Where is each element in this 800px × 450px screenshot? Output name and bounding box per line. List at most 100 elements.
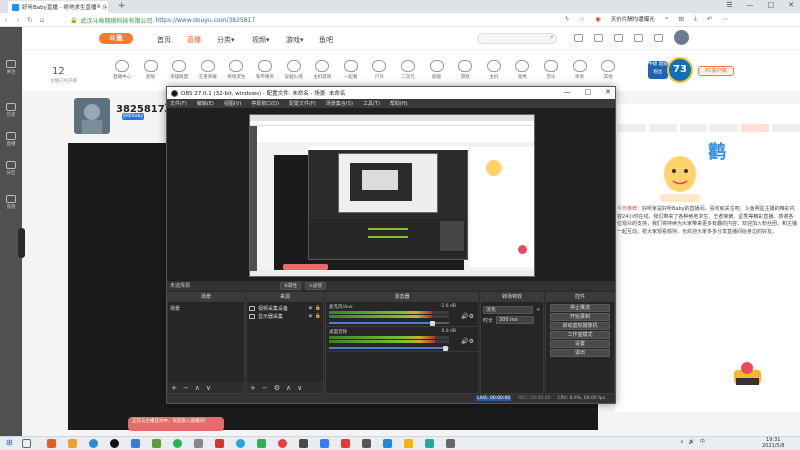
menu-help[interactable]: 帮助(H) <box>390 100 408 107</box>
user-avatar[interactable] <box>674 30 689 45</box>
category-item[interactable]: 穿越火线 <box>282 60 306 80</box>
app-icon[interactable] <box>215 439 224 448</box>
sidebar-collapse-handle[interactable] <box>18 228 25 258</box>
exit-button[interactable]: 退出 <box>550 349 610 357</box>
category-item[interactable]: 颜值 <box>139 60 163 80</box>
category-item[interactable]: 和平精英 <box>253 60 277 80</box>
rp-tab[interactable] <box>772 124 800 132</box>
url-input[interactable]: 🔒 武汉斗鱼网络科技有限公司 https://www.douyu.com/382… <box>70 15 560 25</box>
app-icon[interactable] <box>257 439 266 448</box>
category-item[interactable]: 主机 <box>482 60 506 80</box>
menu-scene-collection[interactable]: 场景集合(S) <box>326 100 353 107</box>
category-item[interactable]: 星秀 <box>510 60 534 80</box>
volume-slider[interactable] <box>329 345 449 351</box>
transition-select[interactable]: 淡化 <box>483 306 533 314</box>
category-item[interactable]: 绝地求生 <box>224 60 248 80</box>
search-icon[interactable]: ⌕ <box>665 14 669 23</box>
notification-toast[interactable]: 正在与主播互动中，欢迎进入直播间！ <box>128 417 224 431</box>
remove-icon[interactable]: − <box>262 384 268 392</box>
maximize-button[interactable]: □ <box>768 1 775 9</box>
rp-tab[interactable] <box>618 124 646 132</box>
undo-icon[interactable]: ↶ <box>707 15 712 23</box>
move-up-icon[interactable]: ∧ <box>195 384 200 392</box>
menu-tools[interactable]: 工具(T) <box>363 100 380 107</box>
sidebar-item-follow[interactable]: 关注 <box>0 60 22 75</box>
app-icon[interactable] <box>446 439 455 448</box>
obs-icon[interactable] <box>110 439 119 448</box>
history-icon[interactable] <box>574 34 583 42</box>
download-app-icon[interactable] <box>634 34 643 42</box>
category-item[interactable]: 其他 <box>596 60 620 80</box>
minimize-button[interactable]: — <box>747 1 754 9</box>
message-icon[interactable] <box>614 34 623 42</box>
rp-tab-active[interactable] <box>741 124 770 132</box>
category-item[interactable]: 二次元 <box>396 60 420 80</box>
lightning-icon[interactable]: ϟ <box>565 15 569 23</box>
nav-category[interactable]: 分类▾ <box>217 35 235 45</box>
start-button[interactable]: ⊞ <box>6 438 13 447</box>
category-item[interactable]: 游戏 <box>453 60 477 80</box>
sidebar-item-history[interactable]: 历史 <box>0 103 22 118</box>
app-icon[interactable] <box>299 439 308 448</box>
rp-tab[interactable] <box>710 124 739 132</box>
app-icon[interactable] <box>425 439 434 448</box>
app-icon[interactable] <box>404 439 413 448</box>
forward-icon[interactable]: › <box>12 16 24 24</box>
eye-icon[interactable]: ◉ <box>308 306 312 311</box>
category-item[interactable]: 户外 <box>367 60 391 80</box>
close-button[interactable]: ✕ <box>788 1 794 9</box>
nav-video[interactable]: 视频▾ <box>252 35 270 45</box>
remove-icon[interactable]: − <box>183 384 189 392</box>
nav-game[interactable]: 游戏▾ <box>286 35 304 45</box>
lock-icon[interactable]: 🔓 <box>315 306 321 311</box>
search-icon[interactable] <box>22 439 31 448</box>
lock-icon[interactable]: 🔓 <box>315 314 321 319</box>
move-down-icon[interactable]: ∨ <box>297 384 302 392</box>
star-icon[interactable]: ☆ <box>579 15 585 23</box>
app-icon[interactable] <box>383 439 392 448</box>
source-item[interactable]: 视频采集设备 ◉ 🔓 <box>249 304 321 312</box>
start-recording-button[interactable]: 开始录制 <box>550 313 610 321</box>
nav-fishbar[interactable]: 鱼吧 <box>319 35 333 45</box>
back-icon[interactable]: ‹ <box>0 16 12 24</box>
move-down-icon[interactable]: ∨ <box>206 384 211 392</box>
category-item[interactable]: 主机游戏 <box>310 60 334 80</box>
douyu-logo[interactable]: 斗鱼 <box>99 33 133 44</box>
news-ticker[interactable]: 天价片酬均遭曝光 <box>611 15 655 23</box>
add-transition-icon[interactable]: + <box>536 307 540 313</box>
mute-icon[interactable]: 🔊⚙ <box>461 338 474 345</box>
menu-file[interactable]: 文件(F) <box>170 100 187 107</box>
category-item[interactable]: 王者荣耀 <box>196 60 220 80</box>
taskbar-clock[interactable]: 19:31 2021/5/8 <box>762 437 784 449</box>
app-icon[interactable] <box>47 439 56 448</box>
start-virtual-camera-button[interactable]: 启动虚拟摄像机 <box>550 322 610 330</box>
add-icon[interactable]: + <box>250 384 256 392</box>
sidebar-item-recharge[interactable]: 充值 <box>0 195 22 210</box>
menu-edit[interactable]: 编辑(E) <box>197 100 214 107</box>
new-tab-button[interactable]: + <box>118 1 126 11</box>
category-item[interactable]: 英雄联盟 <box>167 60 191 80</box>
menu-docks[interactable]: 停靠窗口(D) <box>251 100 279 107</box>
app-icon[interactable] <box>152 439 161 448</box>
filters-button[interactable]: ⊘滤镜 <box>305 281 326 290</box>
more-icon[interactable]: ⋯ <box>722 15 729 23</box>
app-icon[interactable] <box>278 439 287 448</box>
streamer-avatar[interactable] <box>74 98 110 134</box>
home-icon[interactable]: ⌂ <box>36 16 48 24</box>
category-item[interactable]: 直播中心 <box>110 60 134 80</box>
app-icon[interactable] <box>131 439 140 448</box>
gear-icon[interactable]: ⚙ <box>274 384 280 392</box>
search-icon[interactable]: ⌕ <box>550 33 554 42</box>
input-method-icon[interactable]: 中 <box>700 438 705 445</box>
menu-icon[interactable]: ☰ <box>726 1 732 9</box>
nav-home[interactable]: 首页 <box>157 35 171 45</box>
task-icon[interactable] <box>654 34 663 42</box>
app-icon[interactable] <box>236 439 245 448</box>
studio-mode-button[interactable]: 工作室模式 <box>550 331 610 339</box>
menu-profile[interactable]: 配置文件(P) <box>289 100 316 107</box>
menu-view[interactable]: 视图(V) <box>224 100 241 107</box>
volume-slider[interactable] <box>329 320 449 326</box>
wechat-icon[interactable] <box>173 439 182 448</box>
eye-icon[interactable]: ◉ <box>308 314 312 319</box>
app-icon[interactable] <box>341 439 350 448</box>
